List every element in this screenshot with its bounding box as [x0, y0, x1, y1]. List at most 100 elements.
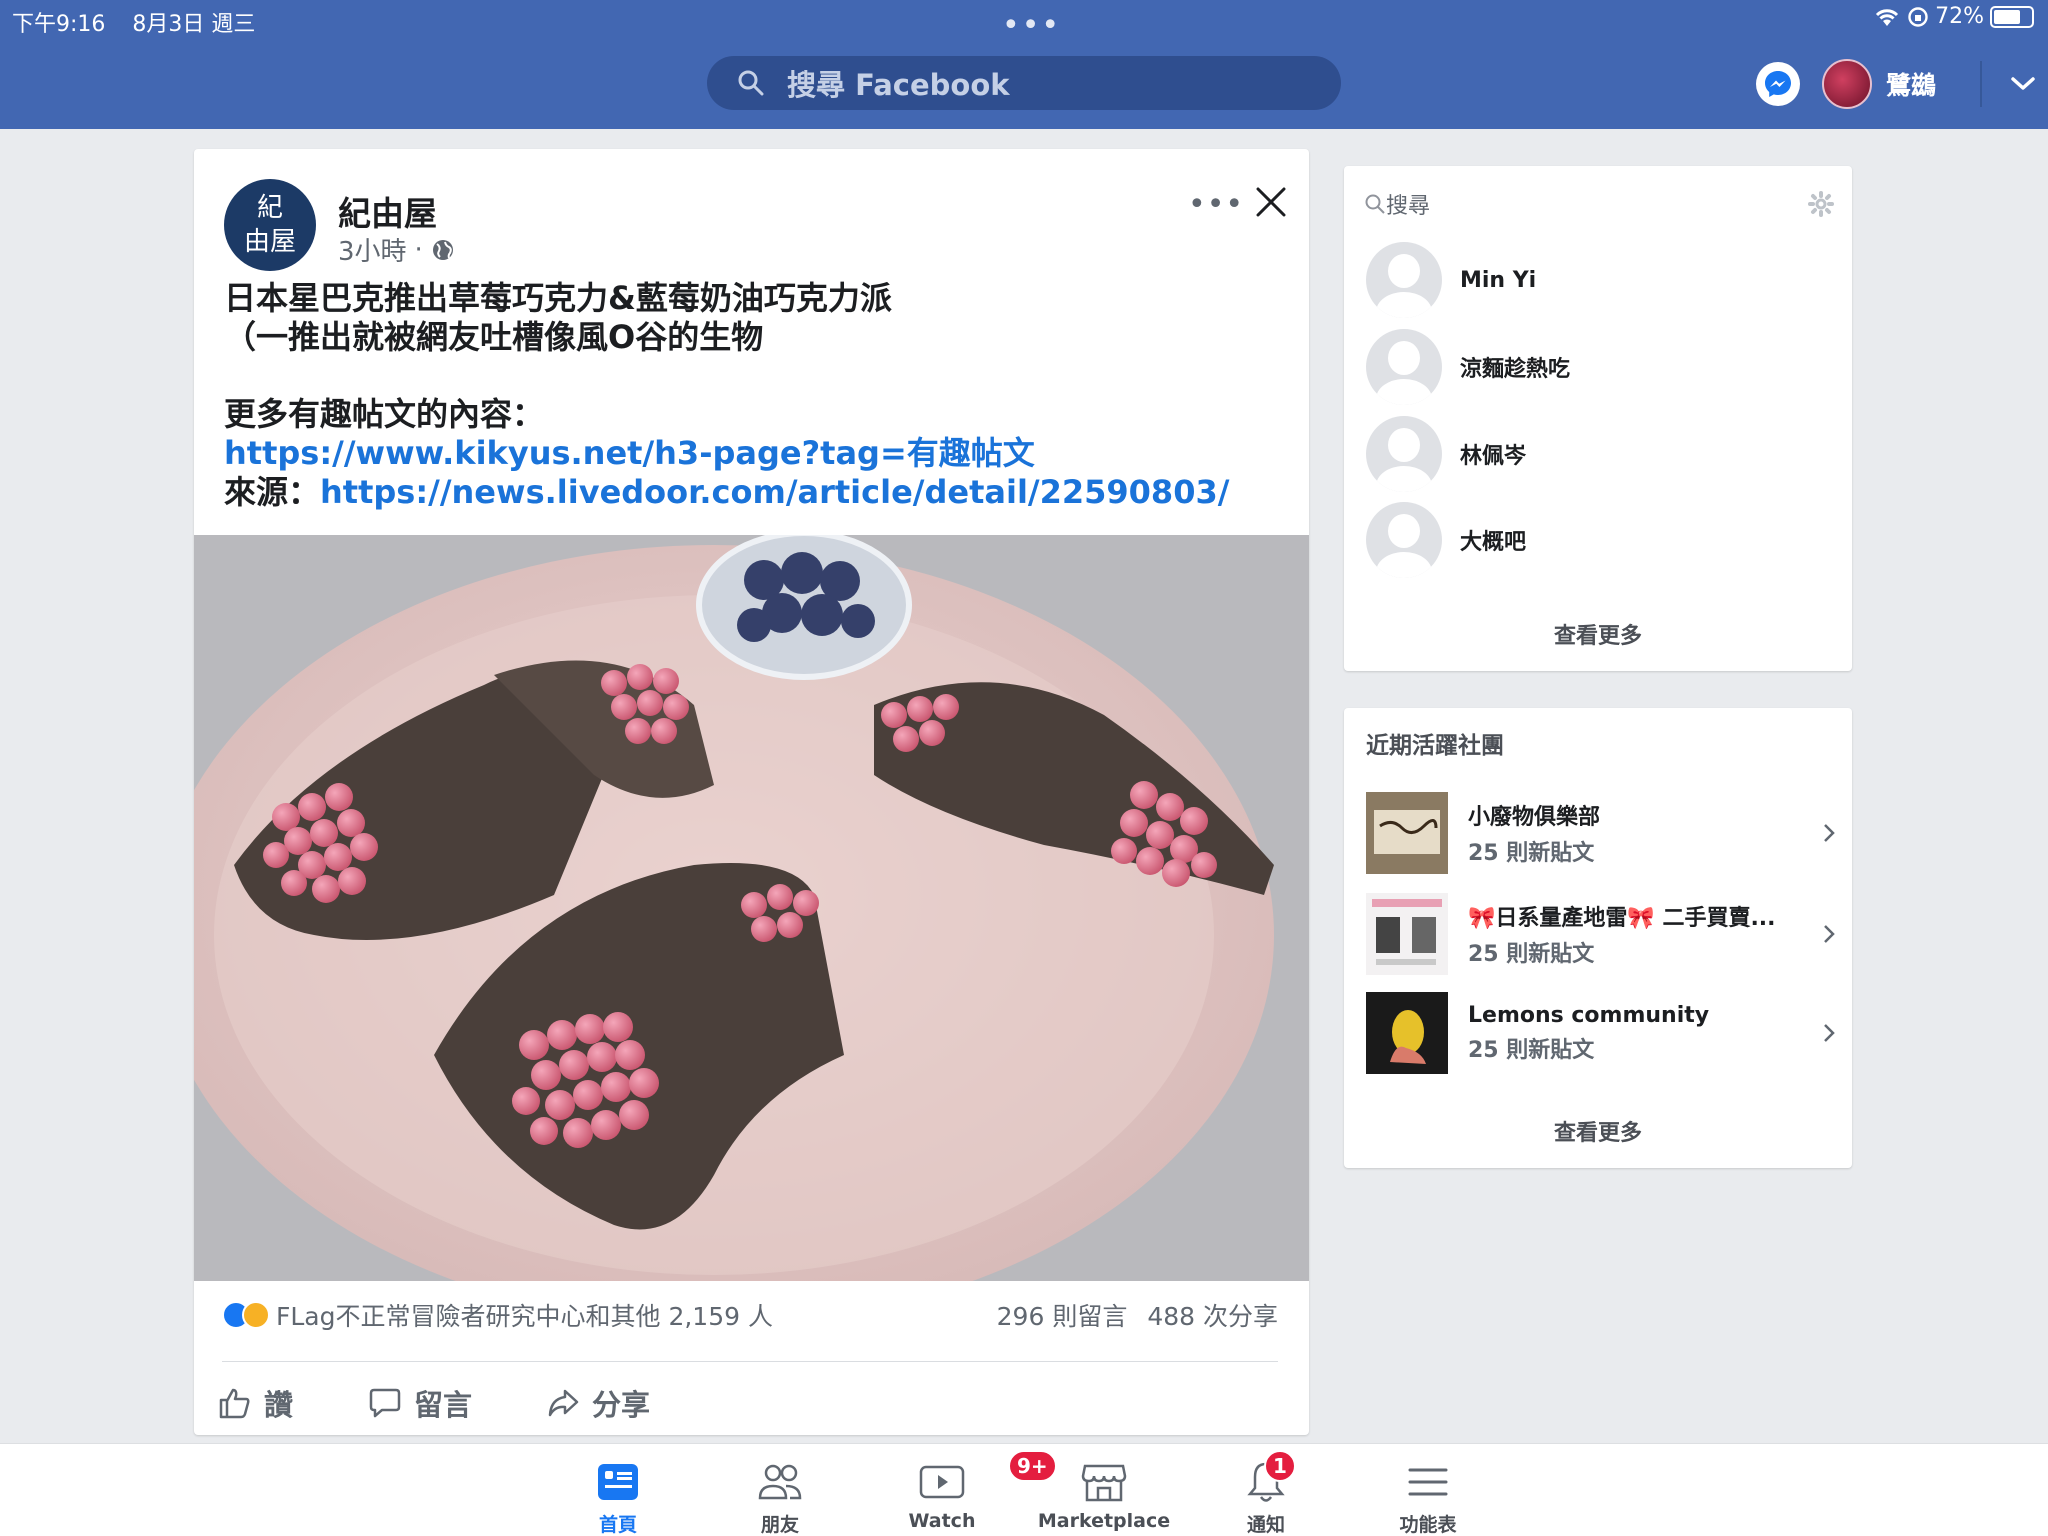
chevron-right-icon — [1824, 824, 1835, 842]
status-date: 8月3日 週三 — [132, 12, 256, 37]
post-text-line: 更多有趣帖文的內容： — [224, 395, 545, 433]
tab-label: 首頁 — [598, 1514, 637, 1536]
contact-name: Min Yi — [1460, 267, 1537, 293]
reaction-summary[interactable]: FLag不正常冒險者研究中心和其他 2,159 人 — [276, 1297, 773, 1333]
post-meta: 3小時 · — [338, 231, 455, 268]
page-avatar[interactable]: 紀 由屋 — [224, 179, 316, 271]
group-post-count: 25 則新貼文 — [1468, 942, 1595, 967]
group-post-count: 25 則新貼文 — [1468, 841, 1595, 866]
group-item[interactable]: Lemons community 25 則新貼文 — [1366, 992, 1836, 1074]
contact-avatar — [1366, 329, 1442, 405]
page-avatar-text-bottom: 由屋 — [243, 227, 296, 257]
post-actions: 讚 留言 分享 — [218, 1375, 650, 1431]
group-name: 小廢物俱樂部 — [1468, 805, 1601, 830]
comment-button[interactable]: 留言 — [368, 1375, 546, 1431]
comment-count[interactable]: 296 則留言 — [997, 1297, 1128, 1333]
hamburger-menu-icon — [1408, 1468, 1448, 1496]
battery-percent: 72% — [1935, 4, 1984, 29]
top-bar: 下午9:16 8月3日 週三 ••• 72% 搜尋 Facebook 鷺鷀 — [0, 0, 2048, 129]
contacts-search-placeholder: 搜尋 — [1386, 194, 1431, 219]
contact-name: 大概吧 — [1460, 530, 1527, 555]
share-icon — [548, 1389, 579, 1417]
share-count[interactable]: 488 次分享 — [1147, 1297, 1278, 1333]
thumbs-up-icon — [219, 1388, 250, 1419]
comment-icon — [369, 1388, 401, 1418]
contact-item[interactable]: 涼麵趁熱吃 — [1366, 329, 1570, 405]
header-divider — [1980, 61, 1983, 107]
contacts-see-more[interactable]: 查看更多 — [1344, 618, 1852, 650]
contacts-panel: 搜尋 Min Yi 涼麵趁熱吃 林佩岑 大概吧 查看更多 — [1344, 166, 1852, 671]
friends-icon — [758, 1464, 802, 1500]
post-stats: FLag不正常冒險者研究中心和其他 2,159 人 296 則留言 488 次分… — [222, 1297, 1278, 1333]
contact-avatar — [1366, 502, 1442, 578]
meta-separator: · — [414, 234, 423, 265]
post-photo[interactable] — [194, 535, 1309, 1281]
group-thumbnail — [1366, 992, 1448, 1074]
like-button[interactable]: 讚 — [218, 1375, 368, 1431]
tab-label: Marketplace — [1037, 1510, 1171, 1532]
tab-label: 功能表 — [1399, 1514, 1457, 1536]
header-right: 鷺鷀 — [1756, 58, 2036, 110]
marketplace-store-icon — [1081, 1464, 1127, 1502]
more-options-button[interactable]: ••• — [1188, 187, 1244, 222]
tab-label: Watch — [908, 1510, 976, 1532]
post-text-line: （一推出就被網友吐槽像風O谷的生物 — [224, 318, 764, 356]
share-button[interactable]: 分享 — [546, 1375, 650, 1431]
search-icon — [1365, 194, 1385, 214]
home-feed-icon — [598, 1464, 638, 1500]
group-name: 🎀日系量產地雷🎀 二手買賣... — [1468, 906, 1776, 931]
page-avatar-text-top: 紀 — [256, 193, 283, 223]
wifi-icon — [1876, 8, 1899, 26]
group-thumbnail — [1366, 792, 1448, 874]
tab-friends[interactable]: 朋友 — [700, 1444, 860, 1536]
contact-name: 林佩岑 — [1460, 444, 1527, 469]
tab-watch[interactable]: 9+ Watch — [862, 1444, 1057, 1536]
groups-title: 近期活躍社團 — [1366, 733, 1504, 759]
post-time[interactable]: 3小時 — [338, 231, 407, 268]
facebook-search-bar[interactable]: 搜尋 Facebook — [707, 56, 1341, 110]
battery-level — [1994, 9, 2020, 24]
stats-divider — [222, 1361, 1278, 1362]
search-placeholder: 搜尋 Facebook — [787, 68, 1010, 102]
chevron-right-icon — [1824, 1024, 1835, 1042]
reaction-icons[interactable] — [222, 1301, 270, 1329]
messenger-icon[interactable] — [1756, 62, 1800, 106]
post-text-line: 日本星巴克推出草莓巧克力&藍莓奶油巧克力派 — [224, 279, 892, 317]
globe-icon — [432, 239, 453, 260]
contact-item[interactable]: 大概吧 — [1366, 502, 1526, 578]
tab-label: 通知 — [1246, 1514, 1285, 1536]
group-item[interactable]: 小廢物俱樂部 25 則新貼文 — [1366, 792, 1836, 874]
chevron-right-icon — [1824, 925, 1835, 943]
battery-icon — [1990, 5, 2034, 28]
multitasking-dots[interactable]: ••• — [1002, 8, 1061, 43]
contact-item[interactable]: 林佩岑 — [1366, 416, 1526, 492]
tab-label: 朋友 — [760, 1514, 799, 1536]
post-text: 日本星巴克推出草莓巧克力&藍莓奶油巧克力派 （一推出就被網友吐槽像風O谷的生物 … — [224, 279, 1284, 512]
user-name[interactable]: 鷺鷀 — [1886, 66, 1936, 102]
gear-icon[interactable] — [1808, 191, 1834, 217]
watch-video-icon — [919, 1465, 965, 1499]
group-name: Lemons community — [1468, 1002, 1710, 1028]
user-avatar[interactable] — [1822, 59, 1872, 109]
search-icon — [738, 70, 764, 96]
group-item[interactable]: 🎀日系量產地雷🎀 二手買賣... 25 則新貼文 — [1366, 893, 1836, 975]
tab-menu[interactable]: 功能表 — [1348, 1444, 1508, 1536]
contacts-search[interactable]: 搜尋 — [1364, 186, 1834, 222]
like-label: 讚 — [264, 1388, 294, 1422]
post-text-spacer — [224, 357, 1284, 395]
tab-notifications[interactable]: 1 通知 — [1186, 1444, 1346, 1536]
tab-marketplace[interactable]: Marketplace — [1024, 1444, 1184, 1536]
tab-home[interactable]: 首頁 — [538, 1444, 698, 1536]
contact-item[interactable]: Min Yi — [1366, 242, 1536, 318]
comment-label: 留言 — [414, 1388, 473, 1422]
chevron-down-icon[interactable] — [2010, 76, 2036, 92]
post-link-kikyus[interactable]: https://www.kikyus.net/h3-page?tag=有趣帖文 — [224, 434, 1035, 472]
post-link-livedoor[interactable]: https://news.livedoor.com/article/detail… — [320, 473, 1229, 511]
close-icon[interactable] — [1254, 185, 1288, 219]
contact-avatar — [1366, 242, 1442, 318]
groups-see-more[interactable]: 查看更多 — [1344, 1115, 1852, 1147]
group-post-count: 25 則新貼文 — [1468, 1037, 1595, 1063]
page-name[interactable]: 紀由屋 — [338, 187, 437, 235]
status-time: 下午9:16 — [12, 12, 106, 37]
share-label: 分享 — [592, 1388, 651, 1422]
